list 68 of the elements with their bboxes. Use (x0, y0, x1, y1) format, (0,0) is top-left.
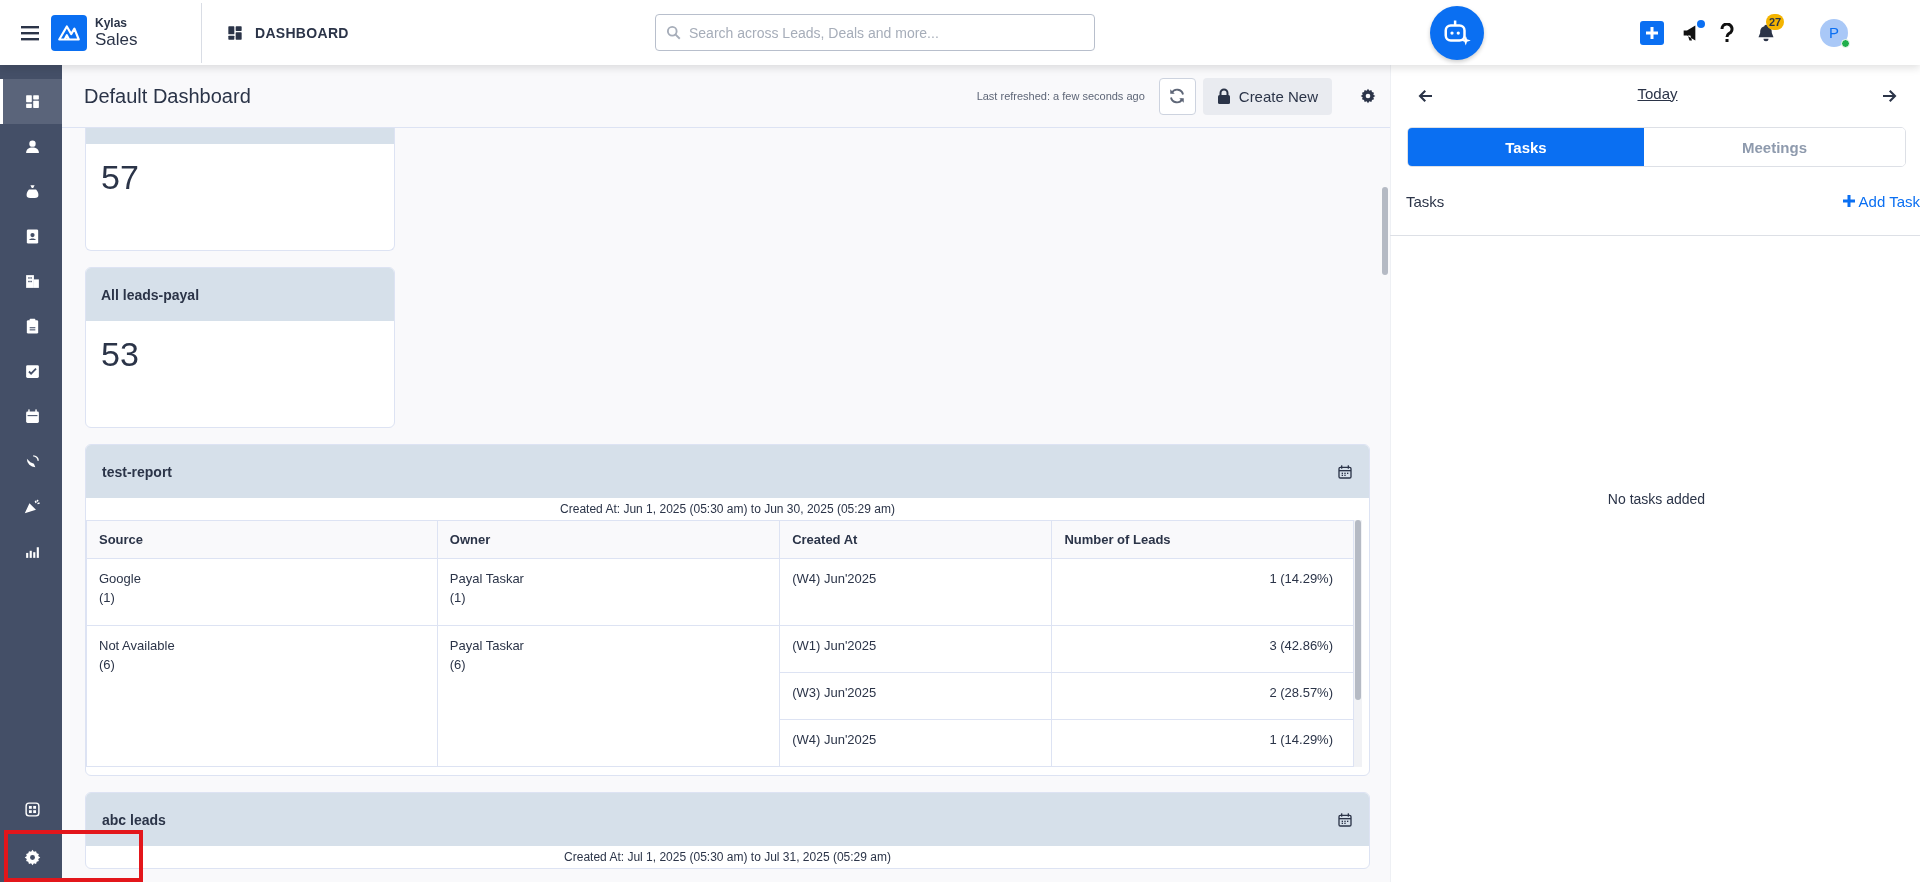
refresh-icon (1168, 87, 1187, 105)
checkbox-icon (24, 363, 41, 380)
dashboard-icon (227, 24, 243, 41)
metric-value: 53 (100, 334, 140, 375)
user-avatar[interactable]: P (1820, 18, 1848, 47)
date-link[interactable]: Today (1637, 84, 1678, 102)
dashboard-icon (24, 93, 41, 110)
ai-assistant-button[interactable] (1430, 5, 1484, 60)
add-task-button[interactable]: Add Task (1841, 192, 1920, 210)
help-icon[interactable] (1720, 22, 1734, 43)
report-title: abc leads (102, 811, 166, 828)
table-cell: 1 (14.29%) (1051, 719, 1354, 767)
scrollbar-thumb[interactable] (1382, 187, 1388, 275)
module-title: DASHBOARD (255, 24, 350, 41)
refresh-button[interactable] (1158, 77, 1196, 115)
brand-name: Kylas (95, 15, 129, 30)
building-icon (24, 273, 41, 290)
add-button[interactable] (1640, 20, 1664, 45)
calendar-icon[interactable] (1337, 811, 1353, 828)
column-header: Created At (779, 520, 1052, 559)
plus-icon (1645, 25, 1659, 40)
table-cell: Payal Taskar (6) (437, 625, 780, 767)
search-field[interactable]: Search across Leads, Deals and more... (655, 14, 1095, 51)
card-title: All leads-payal (101, 286, 200, 303)
apps-icon (24, 801, 41, 818)
date-range-text: Created At: Jun 1, 2025 (05:30 am) to Jun 30, 2025 (05:29 am) (559, 501, 896, 518)
scrollbar-thumb[interactable] (1355, 520, 1361, 700)
calendar-icon (24, 408, 41, 425)
create-new-button[interactable]: Create New (1202, 77, 1332, 115)
table-cell: Payal Taskar (1) (437, 558, 780, 626)
table-cell: (W3) Jun'2025 (779, 672, 1052, 720)
table-cell: Google (1) (86, 558, 438, 626)
table-cell: Not Available (6) (86, 625, 438, 767)
date-range-text: Created At: Jul 1, 2025 (05:30 am) to Jul 31, 2025 (05:29 am) (563, 849, 892, 866)
forward-arrow-icon[interactable] (1880, 87, 1898, 105)
table-cell: (W4) Jun'2025 (779, 558, 1052, 626)
calendar-icon[interactable] (1337, 463, 1353, 480)
settings-icon[interactable] (1360, 88, 1376, 104)
sidebar-item[interactable] (0, 79, 62, 124)
section-title: Tasks (1406, 192, 1445, 210)
lock-icon (1216, 88, 1231, 104)
megaphone-icon (24, 498, 41, 515)
report-title: test-report (102, 463, 172, 480)
metric-value: 57 (100, 157, 140, 198)
table-cell: 2 (28.57%) (1051, 672, 1354, 720)
column-header: Owner (437, 520, 780, 559)
menu-icon[interactable] (21, 24, 39, 41)
table-cell: 1 (14.29%) (1051, 558, 1354, 626)
plus-icon (1841, 194, 1856, 208)
notification-count: 27 (1766, 13, 1785, 30)
table-cell: (W1) Jun'2025 (779, 625, 1052, 673)
product-name: Sales (95, 29, 139, 50)
tab[interactable]: Tasks (1408, 128, 1644, 166)
table-cell: 3 (42.86%) (1051, 625, 1354, 673)
empty-state-text: No tasks added (1606, 491, 1707, 507)
table-cell: (W4) Jun'2025 (779, 719, 1052, 767)
money-bag-icon (24, 183, 41, 200)
contact-card-icon (24, 228, 41, 245)
user-icon (24, 138, 41, 155)
settings-icon (24, 848, 41, 866)
page-title: Default Dashboard (84, 84, 252, 108)
search-icon (666, 25, 681, 40)
app-logo[interactable] (51, 14, 87, 51)
column-header: Source (86, 520, 438, 559)
clipboard-icon (24, 318, 41, 335)
last-refreshed-text: Last refreshed: a few seconds ago (976, 90, 1145, 102)
column-header: Number of Leads (1051, 520, 1354, 559)
back-arrow-icon[interactable] (1417, 87, 1435, 105)
